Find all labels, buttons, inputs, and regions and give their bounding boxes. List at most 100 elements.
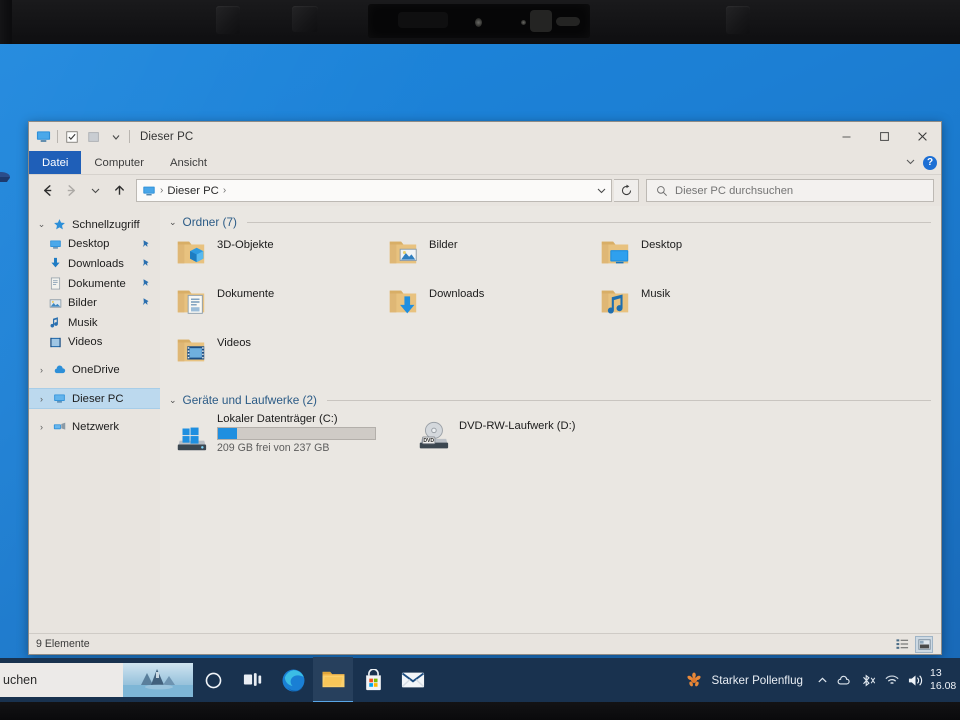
tab-ansicht[interactable]: Ansicht <box>157 151 220 174</box>
item-name: Videos <box>217 337 252 349</box>
volume-tray-button[interactable] <box>903 658 927 702</box>
monitor-icon <box>52 391 67 406</box>
cortana-button[interactable] <box>193 658 233 702</box>
show-hidden-icons-button[interactable] <box>811 658 833 702</box>
taskbar-search-text[interactable]: uchen <box>0 673 37 687</box>
edge-button[interactable] <box>273 658 313 702</box>
microsoft-store-button[interactable] <box>353 658 393 702</box>
weather-widget[interactable]: Starker Pollenflug <box>685 671 811 689</box>
system-tray[interactable]: Starker Pollenflug 13 16.08 <box>685 658 960 702</box>
list-item[interactable]: Downloads <box>386 282 598 331</box>
quick-access-toolbar[interactable] <box>35 128 130 145</box>
sidebar-item-onedrive[interactable]: › OneDrive <box>29 360 160 380</box>
sidebar-item-bilder[interactable]: Bilder <box>29 293 160 313</box>
close-button[interactable] <box>903 122 941 151</box>
status-bar: 9 Elemente <box>29 633 941 654</box>
mail-button[interactable] <box>393 658 433 702</box>
bluetooth-tray-button[interactable] <box>855 658 881 702</box>
file-explorer-window[interactable]: Dieser PC Datei Computer Ansicht ? › Die… <box>28 121 942 655</box>
sidebar-item-netzwerk[interactable]: › Netzwerk <box>29 417 160 437</box>
sidebar-item-downloads[interactable]: Downloads <box>29 254 160 274</box>
clock[interactable]: 13 16.08 <box>927 658 960 702</box>
chevron-right-icon[interactable]: › <box>36 422 47 432</box>
sidebar-item-desktop[interactable]: Desktop <box>29 235 160 255</box>
window-controls[interactable] <box>827 122 941 151</box>
window-title: Dieser PC <box>140 130 194 143</box>
chevron-down-icon[interactable]: ⌄ <box>36 219 47 230</box>
group-header-folders[interactable]: ⌄ Ordner (7) <box>160 206 941 229</box>
store-icon <box>365 669 381 691</box>
customize-chevron-icon[interactable] <box>107 128 124 145</box>
list-item[interactable]: Bilder <box>386 233 598 282</box>
chevron-right-icon[interactable]: › <box>36 394 47 404</box>
up-button[interactable] <box>108 180 130 202</box>
file-explorer-button[interactable] <box>313 657 353 702</box>
list-item[interactable]: Lokaler Datenträger (C:) 209 GB frei von… <box>174 413 404 454</box>
sidebar-item-videos[interactable]: Videos <box>29 333 160 353</box>
pin-icon[interactable] <box>141 297 151 310</box>
search-input[interactable]: Dieser PC durchsuchen <box>675 185 793 197</box>
breadcrumb-sep-2[interactable]: › <box>222 185 227 196</box>
list-item[interactable]: DVD DVD-RW-Laufwerk (D:) <box>416 413 575 454</box>
address-dropdown-button[interactable] <box>591 181 611 200</box>
laptop-bottom-bezel <box>0 702 960 720</box>
wifi-tray-button[interactable] <box>881 658 903 702</box>
task-view-button[interactable] <box>233 658 273 702</box>
search-box[interactable]: Dieser PC durchsuchen <box>646 179 934 202</box>
sidebar-label: Downloads <box>68 257 124 270</box>
this-pc-icon[interactable] <box>35 128 52 145</box>
taskbar[interactable]: uchen Starker Pollenflug 13 16.08 <box>0 657 960 702</box>
back-button[interactable] <box>36 180 58 202</box>
sidebar-item-musik[interactable]: Musik <box>29 313 160 333</box>
tab-computer[interactable]: Computer <box>81 151 157 174</box>
sidebar-item-dokumente[interactable]: Dokumente <box>29 274 160 294</box>
pin-icon[interactable] <box>141 239 151 252</box>
breadcrumb-item-dieser-pc[interactable]: Dieser PC <box>167 185 218 197</box>
ribbon-tab-bar[interactable]: Datei Computer Ansicht ? <box>29 151 941 175</box>
tab-datei[interactable]: Datei <box>29 151 82 174</box>
title-bar[interactable]: Dieser PC <box>29 122 941 151</box>
forward-button[interactable] <box>60 180 82 202</box>
new-folder-icon[interactable] <box>85 128 102 145</box>
recent-locations-button[interactable] <box>84 180 106 202</box>
help-button[interactable]: ? <box>923 155 937 170</box>
list-item[interactable]: Videos <box>174 331 386 380</box>
content-pane[interactable]: ⌄ Ordner (7) 3D-Objekte Bilder Desktop D… <box>160 206 941 633</box>
navigation-bar[interactable]: › Dieser PC › Dieser PC durchsuchen <box>29 175 941 206</box>
sidebar-item-schnellzugriff[interactable]: ⌄ Schnellzugriff <box>29 215 160 235</box>
minimize-button[interactable] <box>827 122 865 151</box>
maximize-button[interactable] <box>865 122 903 151</box>
chevron-right-icon[interactable]: › <box>36 365 47 375</box>
ribbon-collapse-chevron-icon[interactable] <box>905 154 916 172</box>
desktop-icon-partial[interactable] <box>0 168 14 186</box>
chevron-down-icon[interactable]: ⌄ <box>169 217 177 228</box>
address-bar[interactable]: › Dieser PC › <box>136 179 612 202</box>
webcam-led-icon <box>521 20 526 25</box>
large-icons-view-button[interactable] <box>915 636 933 653</box>
list-item[interactable]: Dokumente <box>174 282 386 331</box>
pin-icon[interactable] <box>141 278 151 291</box>
drive-grid[interactable]: Lokaler Datenträger (C:) 209 GB frei von… <box>160 407 941 454</box>
desktop[interactable]: Dieser PC Datei Computer Ansicht ? › Die… <box>0 44 960 702</box>
list-item[interactable]: Desktop <box>598 233 810 282</box>
list-item[interactable]: 3D-Objekte <box>174 233 386 282</box>
view-buttons[interactable] <box>894 636 933 653</box>
folder-grid[interactable]: 3D-Objekte Bilder Desktop Dokumente Down… <box>160 229 941 380</box>
onedrive-tray-button[interactable] <box>833 658 855 702</box>
refresh-button[interactable] <box>614 179 639 202</box>
group-header-drives[interactable]: ⌄ Geräte und Laufwerke (2) <box>160 380 941 407</box>
chevron-down-icon[interactable]: ⌄ <box>169 395 177 406</box>
details-view-button[interactable] <box>894 636 910 651</box>
circle-icon <box>205 672 221 688</box>
ribbon-right-controls[interactable]: ? <box>905 151 937 174</box>
sidebar-item-dieser-pc[interactable]: › Dieser PC <box>29 387 160 410</box>
navigation-pane[interactable]: ⌄ Schnellzugriff Desktop Downloads Dokum… <box>29 206 160 633</box>
breadcrumb[interactable]: › Dieser PC › <box>137 184 591 198</box>
taskbar-search-box[interactable]: uchen <box>0 663 193 697</box>
properties-icon[interactable] <box>63 128 80 145</box>
taskbar-buttons[interactable] <box>193 657 433 702</box>
group-divider <box>246 221 931 223</box>
pin-icon[interactable] <box>141 258 151 271</box>
folder-music-icon <box>601 290 629 314</box>
list-item[interactable]: Musik <box>598 282 810 331</box>
